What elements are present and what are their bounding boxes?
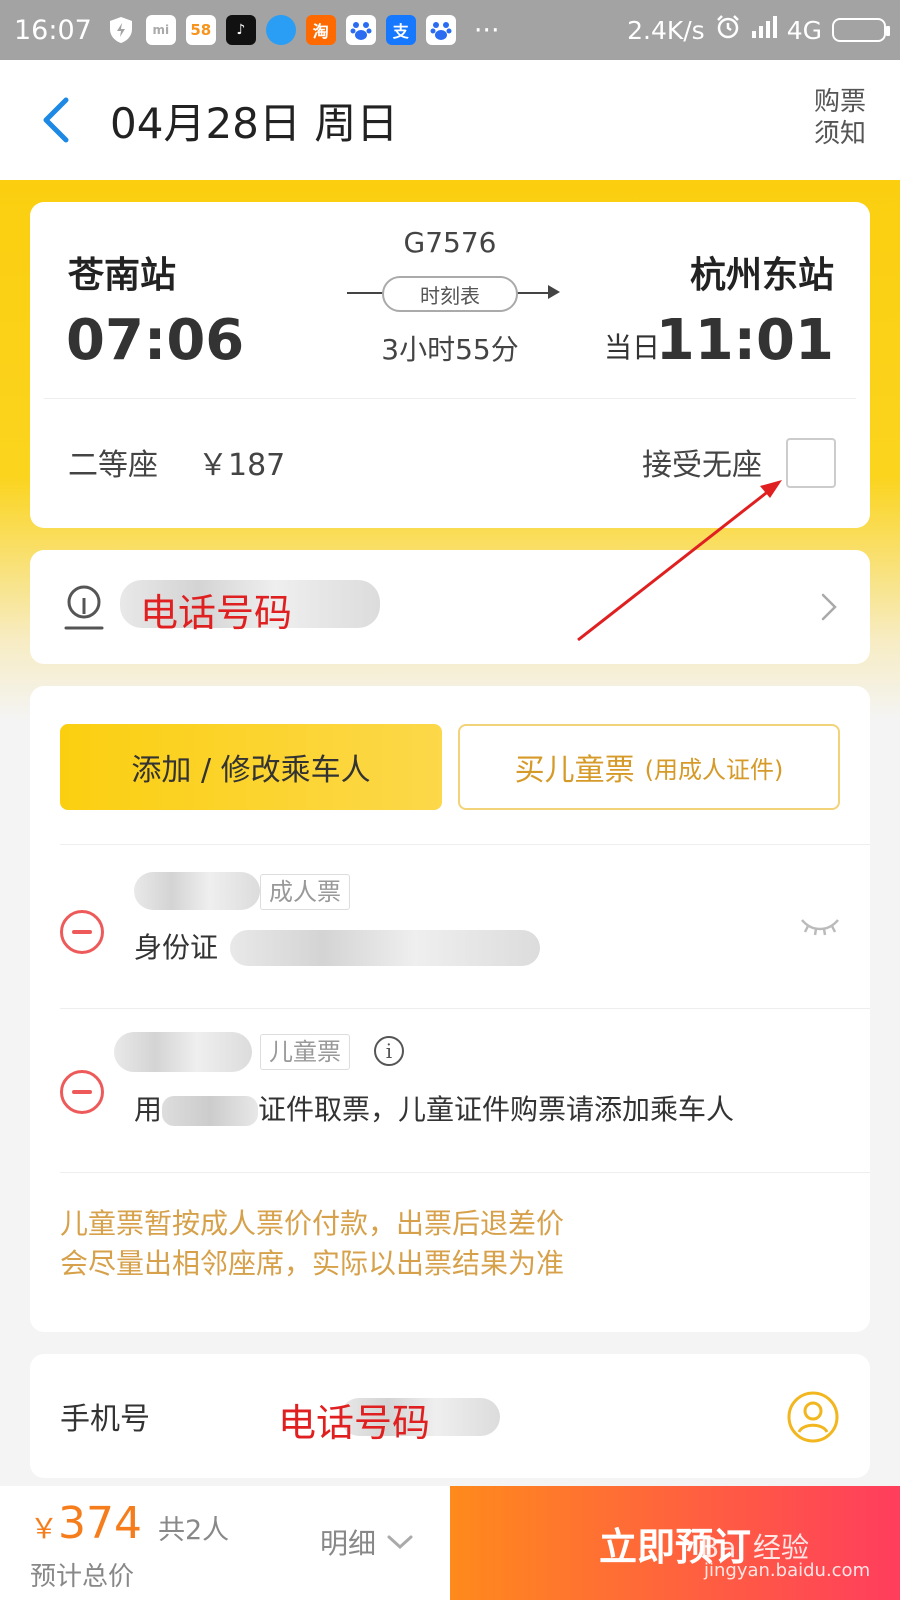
add-passenger-button[interactable]: 添加 / 修改乘车人 [60,724,442,810]
phone-label: 手机号 [60,1402,150,1437]
child-button-sub: (用成人证件) [644,755,784,784]
taobao-icon: 淘 [305,15,336,45]
divider [44,398,856,399]
blurred-id-number [230,930,540,966]
signal-icon [751,15,777,45]
shield-icon [106,15,136,45]
alarm-icon [715,14,741,46]
total-price: ￥374 [30,1498,142,1549]
passenger-card: 添加 / 修改乘车人 买儿童票 (用成人证件) 成人票 身份证 儿童票 i 用 证… [30,686,870,1332]
seat-price: ￥187 [198,448,286,483]
58-app-icon: 58 [185,15,216,45]
battery-icon [832,18,890,42]
status-app-icons: mi 58 ♪ 淘 支 ··· [106,15,500,46]
chevron-right-icon [821,593,837,621]
divider [60,1172,870,1173]
train-info-card: 苍南站 杭州东站 G7576 时刻表 3小时55分 07:06 当日 11:01… [30,202,870,528]
child-ticket-warning-1: 儿童票暂按成人票价付款，出票后退差价 [60,1207,565,1240]
hide-eye-icon[interactable] [800,914,840,938]
child-button-label: 买儿童票 [514,753,635,788]
status-time: 16:07 [14,14,92,46]
station-row[interactable]: 电话号码 [30,550,870,664]
blurred-name [134,872,260,910]
station-pin-icon [64,585,104,630]
detail-label: 明细 [320,1527,377,1560]
arrival-time: 11:01 [655,308,834,373]
child-ticket-warning-2: 会尽量出相邻座席，实际以出票结果为准 [60,1247,565,1280]
status-right: 2.4K/s 4G [627,14,890,46]
net-speed: 2.4K/s [627,15,705,45]
blurred-name [114,1032,252,1072]
price-detail-toggle[interactable]: 明细 [320,1522,414,1562]
total-amount: 374 [58,1498,142,1549]
accept-no-seat-checkbox[interactable] [786,438,836,488]
tiktok-icon: ♪ [225,15,256,45]
info-icon[interactable]: i [374,1036,404,1066]
divider [60,1008,870,1009]
network-type: 4G [786,15,822,45]
remove-passenger-icon[interactable] [60,1070,104,1114]
contact-phone-card: 手机号 电话号码 [30,1354,870,1478]
phone-input[interactable]: 电话号码 [278,1392,430,1447]
schedule-button[interactable]: 时刻表 [382,276,518,312]
status-bar: 16:07 mi 58 ♪ 淘 支 ··· 2.4K/s 4G [0,0,900,60]
baidu-icon-2 [425,15,456,45]
seat-class: 二等座 [68,448,158,483]
alipay-icon: 支 [385,15,416,45]
mi-icon: mi [145,15,176,45]
child-ticket-note: 用 证件取票，儿童证件购票请添加乘车人 [134,1088,734,1128]
bird-app-icon [265,15,296,45]
nav-header: 04月28日 周日 购票须知 [0,60,900,180]
id-type-label: 身份证 [134,931,219,964]
train-number: G7576 [403,226,497,259]
contact-person-icon[interactable] [786,1390,840,1444]
chevron-down-icon [387,1535,413,1550]
departure-time: 07:06 [66,308,245,373]
page-title: 04月28日 周日 [110,99,399,148]
blurred-id-owner [162,1096,259,1126]
station-annotation: 电话号码 [140,591,293,635]
more-notifications: ··· [473,14,500,46]
note-suffix: 证件取票，儿童证件购票请添加乘车人 [258,1093,735,1126]
passenger-count: 共2人 [158,1515,230,1546]
ticket-type-tag: 儿童票 [260,1034,350,1070]
baidu-icon [345,15,376,45]
back-icon[interactable] [38,96,74,144]
divider [60,844,870,845]
currency-symbol: ￥ [30,1512,59,1545]
ticket-notice-link[interactable]: 购票须知 [810,86,870,150]
arrival-day: 当日 [603,331,660,364]
route-arrow-icon [548,285,560,299]
buy-child-ticket-button[interactable]: 买儿童票 (用成人证件) [458,724,840,810]
accept-no-seat-label: 接受无座 [642,448,762,483]
book-now-button[interactable]: 立即预订 [450,1486,900,1600]
remove-passenger-icon[interactable] [60,910,104,954]
estimated-total-label: 预计总价 [30,1562,135,1592]
watermark-url: jingyan.baidu.com [704,1560,871,1581]
note-prefix: 用 [134,1093,163,1126]
ticket-type-tag: 成人票 [260,874,350,910]
